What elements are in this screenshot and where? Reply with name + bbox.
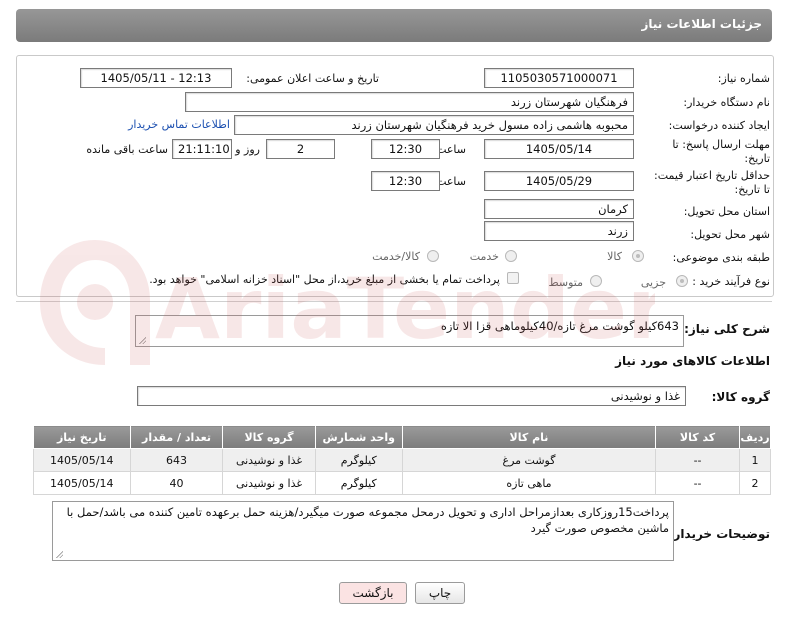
deadline-date-field: 1405/05/14 [484,139,634,159]
col-row-number: ردیف [739,425,771,449]
deadline-label: مهلت ارسال پاسخ: تا [672,138,770,151]
goods-table-header: ردیف کد کالا نام کالا واحد شمارش گروه کا… [33,425,771,449]
goods-group-field: غذا و نوشیدنی [137,386,686,406]
announce-date-label: تاریخ و ساعت اعلان عمومی: [246,72,379,85]
cell-goods-code: -- [655,448,741,472]
goods-group-label: گروه کالا: [711,390,770,404]
process-radio-medium[interactable] [590,275,602,287]
process-type-label: نوع فرآیند خرید : [692,275,770,288]
validity-date-field: 1405/05/29 [484,171,634,191]
category-option-service: خدمت [469,250,499,263]
divider [16,301,772,302]
buyer-notes-label: توضیحات خریدار: [668,527,770,541]
validity-time-label: ساعت [436,175,466,188]
province-field: کرمان [484,199,634,219]
cell-need-date: 1405/05/14 [33,448,131,472]
announce-date-field: 1405/05/11 - 12:13 [80,68,232,88]
days-label: روز و [235,143,260,156]
cell-goods-group: غذا و نوشیدنی [222,448,316,472]
need-number-field: 1105030571000071 [484,68,634,88]
deadline-time-field: 12:30 [371,139,440,159]
city-label: شهر محل تحویل: [690,228,770,241]
cell-need-date: 1405/05/14 [33,471,131,495]
goods-info-title: اطلاعات کالاهای مورد نیاز [615,354,770,368]
min-validity-label: حداقل تاریخ اعتبار قیمت: [654,169,770,182]
cell-goods-name: گوشت مرغ [401,448,657,472]
table-row[interactable]: 2 -- ماهی تازه کیلوگرم غذا و نوشیدنی 40 … [33,471,771,495]
city-field: زرند [484,221,634,241]
buyer-org-field: فرهنگیان شهرستان زرند [185,92,634,112]
process-radio-minor[interactable] [676,275,688,287]
col-unit: واحد شمارش [314,425,403,449]
table-row[interactable]: 1 -- گوشت مرغ کیلوگرم غذا و نوشیدنی 643 … [33,448,771,472]
col-quantity: تعداد / مقدار [129,425,224,449]
remaining-days-field: 2 [266,139,335,159]
col-goods-group: گروه کالا [222,425,316,449]
cell-row-number: 2 [739,471,771,495]
need-number-label: شماره نیاز: [717,72,770,85]
category-radio-goods-service[interactable] [427,250,439,262]
page-title: جزئیات اطلاعات نیاز [641,17,762,31]
buyer-notes-text: پرداخت15روزکاری بعدازمراحل اداری و تحویل… [66,505,669,535]
treasury-payment-checkbox[interactable] [507,272,519,284]
cell-quantity: 40 [129,471,224,495]
general-description-text: 643کیلو گوشت مرغ تازه/40کیلوماهی قزا الا… [440,319,679,333]
remaining-time-field: 21:11:10 [172,139,232,159]
general-description-textarea[interactable]: 643کیلو گوشت مرغ تازه/40کیلوماهی قزا الا… [135,315,684,347]
category-radio-goods[interactable] [632,250,644,262]
category-radio-service[interactable] [505,250,517,262]
general-description-label: شرح کلی نیاز: [684,322,770,336]
category-option-goods-service: کالا/خدمت [372,250,420,263]
cell-unit: کیلوگرم [314,471,403,495]
buyer-notes-textarea[interactable]: پرداخت15روزکاری بعدازمراحل اداری و تحویل… [52,501,674,561]
resize-grip-icon[interactable] [138,336,146,344]
page-header: جزئیات اطلاعات نیاز [16,9,772,42]
process-option-minor: جزیی [640,276,666,289]
print-button[interactable]: چاپ [415,582,465,604]
col-goods-code: کد کالا [655,425,741,449]
cell-unit: کیلوگرم [314,448,403,472]
back-button[interactable]: بازگشت [339,582,407,604]
treasury-payment-note: پرداخت تمام یا بخشی از مبلغ خرید،از محل … [149,273,500,286]
min-validity-label-date: تا تاریخ: [734,183,770,196]
cell-quantity: 643 [129,448,224,472]
buyer-contact-link[interactable]: اطلاعات تماس خریدار [128,118,230,131]
validity-time-field: 12:30 [371,171,440,191]
requester-label: ایجاد کننده درخواست: [668,119,770,132]
cell-goods-code: -- [655,471,741,495]
category-label: طبقه بندی موضوعی: [672,251,770,264]
goods-table: ردیف کد کالا نام کالا واحد شمارش گروه کا… [33,425,771,495]
province-label: استان محل تحویل: [683,205,770,218]
deadline-label-date: تاریخ: [744,152,770,165]
col-goods-name: نام کالا [401,425,657,449]
requester-field: محبوبه هاشمی زاده مسول خرید فرهنگیان شهر… [234,115,634,135]
deadline-time-label: ساعت [436,143,466,156]
resize-grip-icon[interactable] [55,550,63,558]
process-option-medium: متوسط [548,276,583,289]
cell-goods-name: ماهی تازه [401,471,657,495]
remaining-time-label: ساعت باقی مانده [86,143,168,156]
category-option-goods: کالا [607,250,622,263]
cell-goods-group: غذا و نوشیدنی [222,471,316,495]
buyer-org-label: نام دستگاه خریدار: [683,96,770,109]
col-need-date: تاریخ نیاز [33,425,131,449]
cell-row-number: 1 [739,448,771,472]
